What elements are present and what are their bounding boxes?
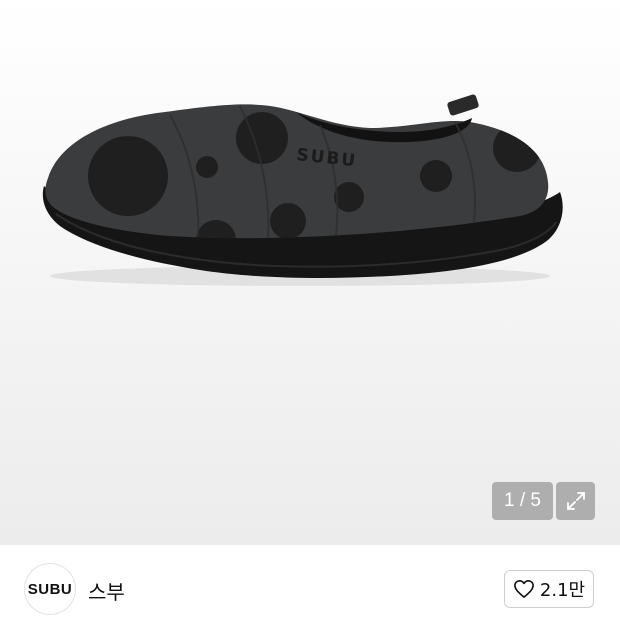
image-counter-text: 1 / 5 bbox=[504, 490, 541, 511]
heart-icon bbox=[513, 580, 534, 598]
expand-arrows-icon bbox=[566, 492, 585, 510]
seller-name[interactable]: 스부 bbox=[88, 576, 125, 605]
expand-button[interactable] bbox=[556, 482, 595, 520]
heel-tab bbox=[447, 94, 479, 116]
like-count: 2.1만 bbox=[539, 580, 586, 601]
like-button[interactable]: 2.1만 bbox=[504, 570, 594, 608]
seller-avatar[interactable]: SUBU bbox=[24, 563, 76, 615]
product-image-gallery[interactable]: SUBU 1 / 5 bbox=[0, 0, 620, 545]
image-counter: 1 / 5 bbox=[492, 482, 553, 520]
product-image[interactable]: SUBU bbox=[0, 0, 620, 545]
seller-avatar-text: SUBU bbox=[27, 580, 73, 598]
